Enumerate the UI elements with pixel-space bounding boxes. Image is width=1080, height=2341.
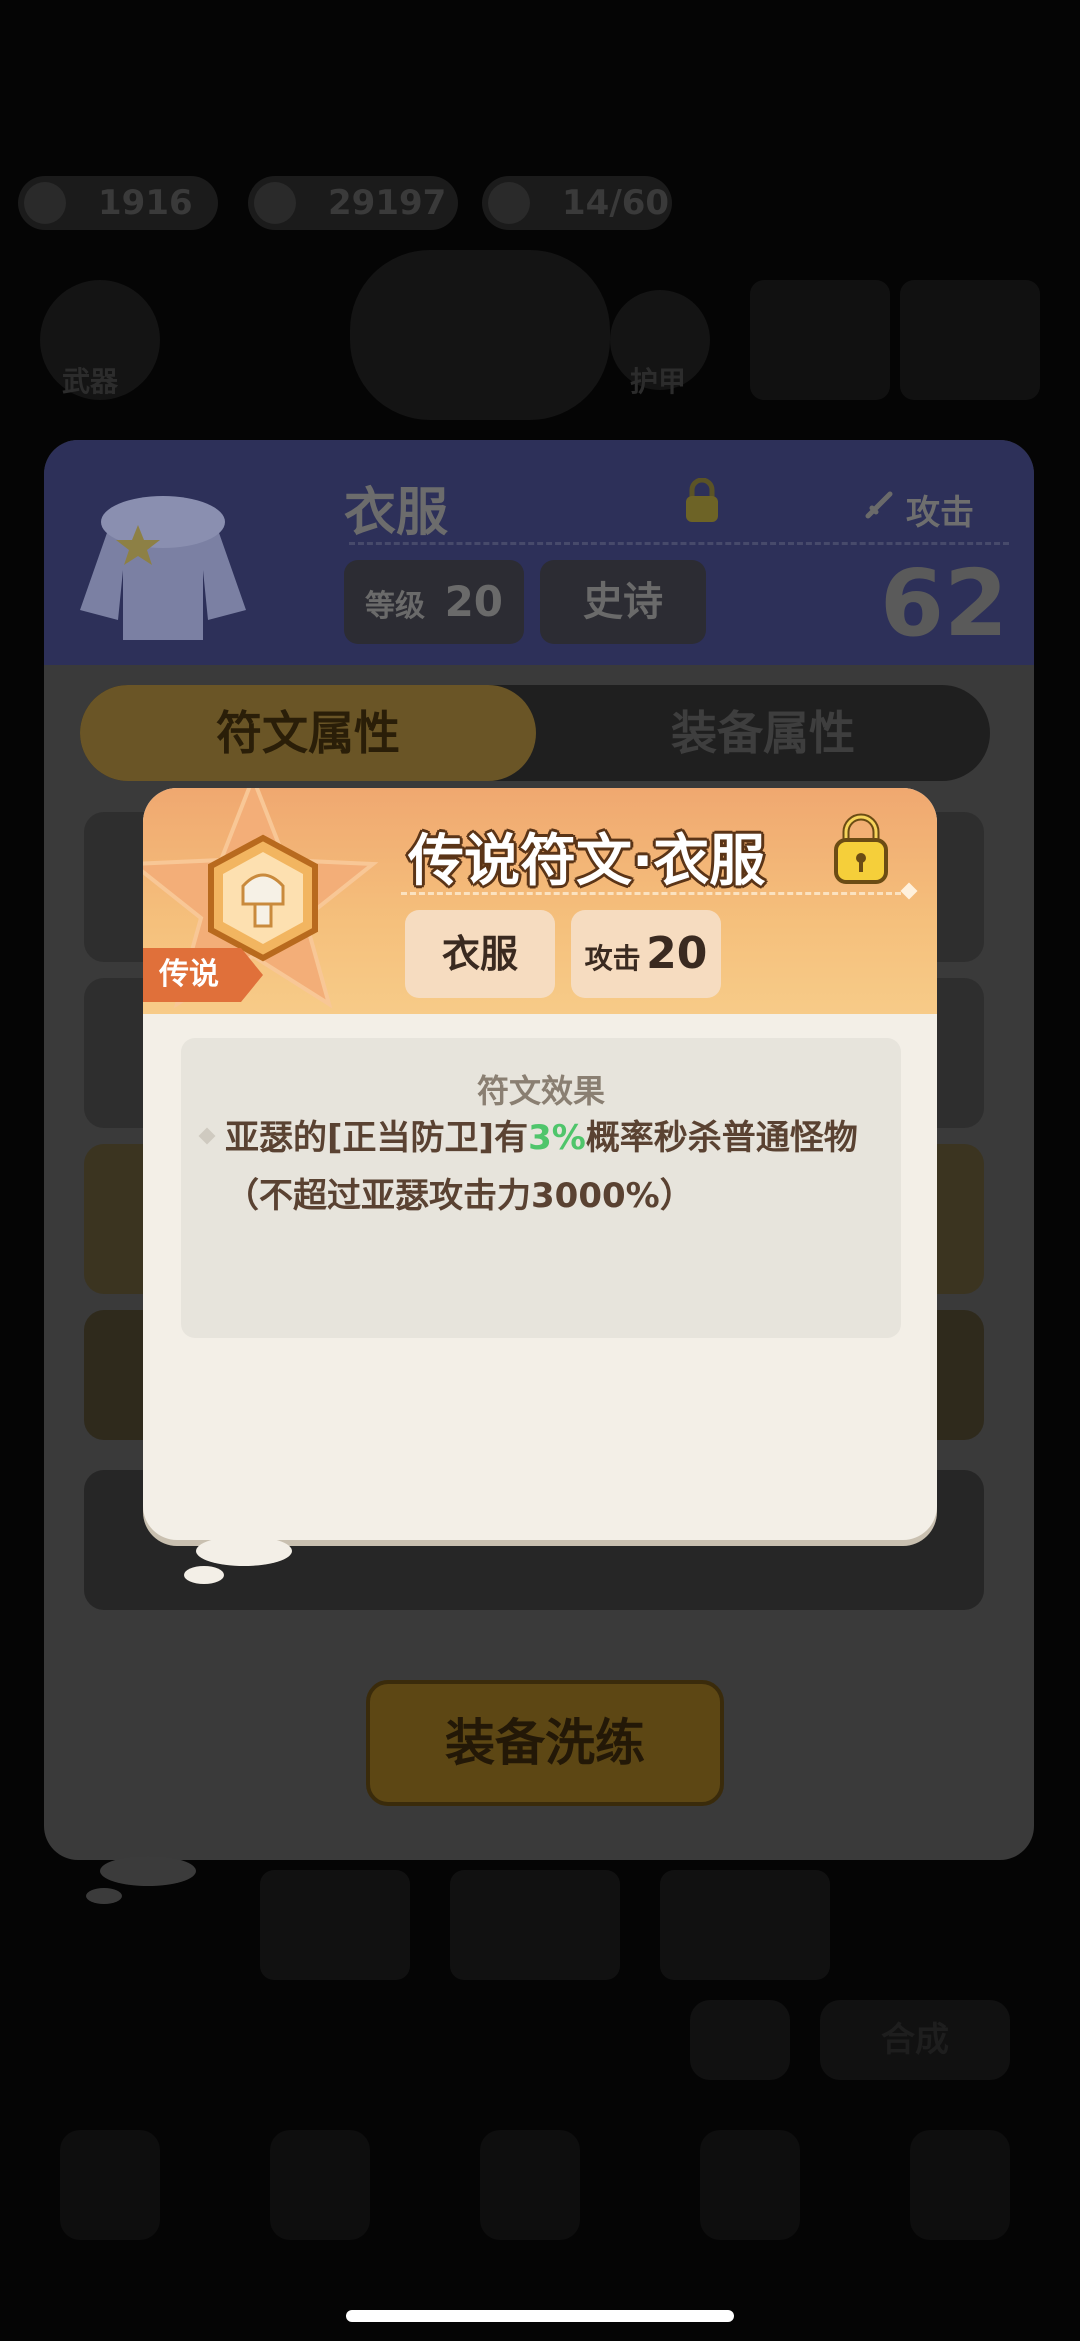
resource-energy-pill: 14/60 bbox=[482, 176, 672, 230]
coin-icon bbox=[254, 182, 296, 224]
bubble-dot-2 bbox=[184, 1566, 224, 1584]
legendary-rune-gem-icon bbox=[208, 834, 318, 962]
bubble-dot-dim-2 bbox=[86, 1888, 122, 1904]
nav-item-5 bbox=[910, 2130, 1010, 2240]
rune-effect-box: 符文效果 亚瑟的[正当防卫]有3%概率秒杀普通怪物 （不超过亚瑟攻击力3000%… bbox=[181, 1038, 901, 1338]
attack-label: 攻击 bbox=[906, 493, 974, 533]
inventory-slot-1 bbox=[260, 1870, 410, 1980]
bullet-diamond-icon bbox=[198, 1127, 216, 1145]
nav-item-2 bbox=[270, 2130, 370, 2240]
tab-equipment-attributes[interactable]: 装备属性 bbox=[536, 685, 990, 781]
stat-box-1 bbox=[750, 280, 890, 400]
rarity-chip: 史诗 bbox=[540, 560, 706, 644]
effect-note: （不超过亚瑟攻击力3000%） bbox=[225, 1176, 694, 1216]
attack-stat-value: 20 bbox=[646, 928, 708, 979]
equipment-header: 衣服 攻击 等级 20 史诗 62 bbox=[44, 440, 1034, 665]
stat-box-2 bbox=[900, 280, 1040, 400]
attack-stat-chip: 攻击 20 bbox=[571, 910, 721, 998]
sort-button bbox=[690, 2000, 790, 2080]
home-indicator[interactable] bbox=[346, 2310, 734, 2322]
inventory-slot-3 bbox=[660, 1870, 830, 1980]
header-divider bbox=[349, 542, 1009, 545]
popup-header: 传说 传说符文·衣服 衣服 攻击 20 bbox=[143, 788, 937, 1014]
effect-description: 亚瑟的[正当防卫]有3%概率秒杀普通怪物 bbox=[225, 1110, 858, 1159]
lock-icon[interactable] bbox=[833, 812, 889, 884]
level-label: 等级 bbox=[364, 589, 425, 624]
header-divider bbox=[401, 892, 901, 895]
nav-item-3 bbox=[480, 2130, 580, 2240]
effect-title: 符文效果 bbox=[476, 1072, 605, 1110]
effect-suffix: 概率秒杀普通怪物 bbox=[585, 1118, 858, 1158]
nav-item-4 bbox=[700, 2130, 800, 2240]
level-chip: 等级 20 bbox=[344, 560, 524, 644]
jacket-item-icon bbox=[80, 496, 246, 640]
divider-diamond-icon bbox=[900, 882, 918, 900]
equipment-name: 衣服 bbox=[344, 483, 449, 543]
energy-icon bbox=[488, 182, 530, 224]
rarity-tag-legendary: 传说 bbox=[143, 948, 263, 1002]
hero-portrait bbox=[350, 250, 610, 420]
level-value: 20 bbox=[444, 577, 504, 626]
gem-icon bbox=[24, 182, 66, 224]
power-value: 62 bbox=[880, 550, 1009, 657]
bubble-dot-1 bbox=[196, 1536, 292, 1566]
inventory-slot-2 bbox=[450, 1870, 620, 1980]
refine-equipment-button[interactable]: 装备洗练 bbox=[366, 1680, 724, 1806]
tab-rune-attributes[interactable]: 符文属性 bbox=[80, 685, 536, 781]
slot-armor-label: 护甲 bbox=[630, 365, 687, 398]
nav-item-1 bbox=[60, 2130, 160, 2240]
effect-prefix: 亚瑟的[正当防卫]有 bbox=[225, 1118, 529, 1158]
merge-button: 合成 bbox=[820, 2000, 1010, 2080]
resource-coin-pill: 29197 bbox=[248, 176, 458, 230]
attribute-tabs: 符文属性 装备属性 bbox=[80, 685, 990, 781]
effect-chance: 3% bbox=[528, 1118, 586, 1158]
slot-weapon-label: 武器 bbox=[62, 365, 119, 398]
sword-icon bbox=[865, 491, 893, 519]
resource-gem-value: 1916 bbox=[98, 183, 193, 223]
lock-icon[interactable] bbox=[684, 478, 720, 524]
attack-stat-label: 攻击 bbox=[584, 942, 641, 975]
bubble-dot-dim-1 bbox=[100, 1856, 196, 1886]
rune-title: 传说符文·衣服 bbox=[408, 829, 766, 894]
resource-coin-value: 29197 bbox=[328, 183, 447, 223]
rune-detail-popup: 传说 传说符文·衣服 衣服 攻击 20 符文效果 亚瑟的[正当防卫]有3%概率秒… bbox=[143, 788, 937, 1540]
slot-chip: 衣服 bbox=[405, 910, 555, 998]
resource-energy-value: 14/60 bbox=[562, 183, 670, 223]
resource-gem-pill: 1916 bbox=[18, 176, 218, 230]
